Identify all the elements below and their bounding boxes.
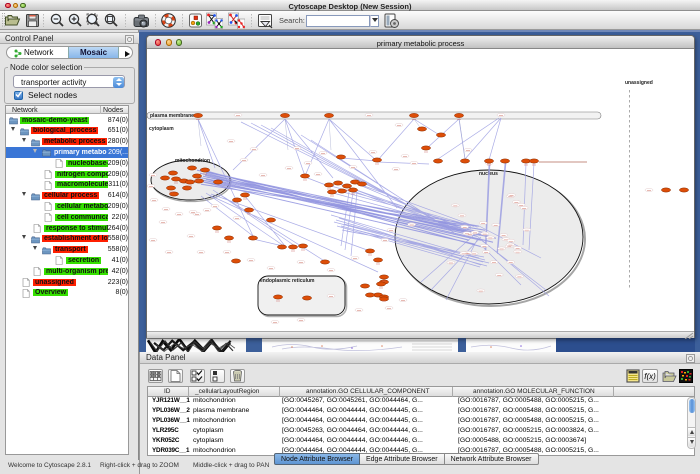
svg-text:cytoplasm: cytoplasm (149, 126, 174, 132)
svg-text:plasma membrane: plasma membrane (150, 113, 194, 119)
svg-text:unassigned: unassigned (625, 80, 653, 86)
svg-text:mitochondrion: mitochondrion (175, 158, 210, 164)
svg-text:endoplasmic reticulum: endoplasmic reticulum (260, 278, 315, 284)
